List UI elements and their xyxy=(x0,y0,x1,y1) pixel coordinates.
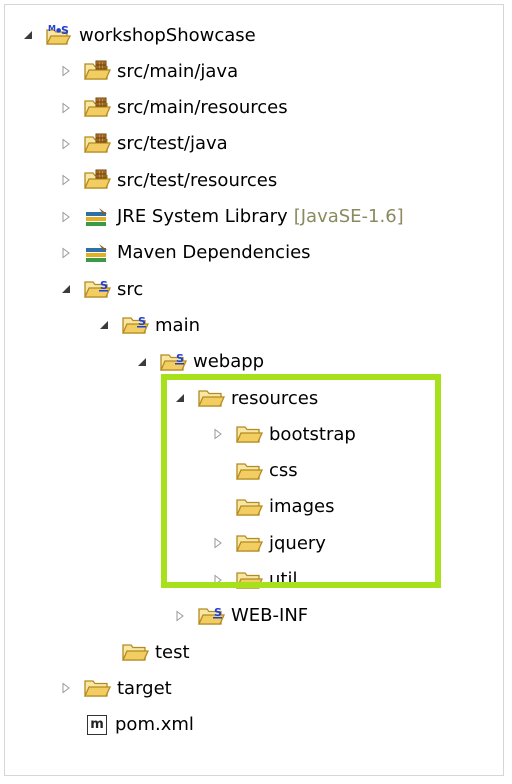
tree-item-jre-system-library[interactable]: JRE System Library [JavaSE-1.6] xyxy=(59,199,404,235)
package-folder-icon: S xyxy=(159,350,188,374)
tree-item-label: images xyxy=(269,496,335,518)
expand-arrow-icon[interactable] xyxy=(59,173,73,187)
expand-arrow-icon[interactable] xyxy=(59,681,73,695)
folder-icon xyxy=(235,495,264,519)
pom-file-icon: m xyxy=(87,714,107,735)
folder-icon xyxy=(121,640,150,664)
tree-item-workshopshowcase[interactable]: M ● S workshopShowcase xyxy=(21,17,256,53)
expand-arrow-icon[interactable] xyxy=(173,609,187,623)
folder-icon xyxy=(235,422,264,446)
tree-item-util[interactable]: util xyxy=(211,562,297,598)
tree-item-bootstrap[interactable]: bootstrap xyxy=(211,416,356,452)
package-folder-icon: S xyxy=(197,604,226,628)
no-arrow-spacer xyxy=(211,464,225,478)
no-arrow-spacer xyxy=(97,645,111,659)
tree-item-label: webapp xyxy=(193,351,265,373)
maven-project-icon: M ● S xyxy=(45,23,73,47)
tree-item-target[interactable]: target xyxy=(59,670,172,706)
source-folder-icon xyxy=(83,96,112,120)
svg-text:S: S xyxy=(61,24,69,37)
tree-item-label: WEB-INF xyxy=(231,605,309,627)
source-folder-icon xyxy=(83,168,112,192)
tree-item-label: workshopShowcase xyxy=(79,24,256,46)
folder-icon xyxy=(235,568,264,592)
svg-text:M: M xyxy=(48,24,56,33)
expand-arrow-icon[interactable] xyxy=(59,246,73,260)
tree-item-label: src xyxy=(117,278,144,300)
tree-item-images[interactable]: images xyxy=(211,489,334,525)
folder-icon xyxy=(197,386,226,410)
tree-item-label: resources xyxy=(231,387,319,409)
collapse-arrow-icon[interactable] xyxy=(173,391,187,405)
tree-item-src-test-java[interactable]: src/test/java xyxy=(59,126,228,162)
tree-item-src-main-resources[interactable]: src/main/resources xyxy=(59,90,288,126)
project-explorer-panel: M ● S workshopShowcase src/main/java src/main… xyxy=(4,4,504,776)
package-folder-icon: S xyxy=(83,277,112,301)
tree-item-label: pom.xml xyxy=(115,714,194,736)
tree-item-label: JRE System Library xyxy=(117,206,288,227)
tree-item-label: src/test/java xyxy=(117,133,228,155)
tree-item-test[interactable]: test xyxy=(97,634,190,670)
expand-arrow-icon[interactable] xyxy=(59,64,73,78)
tree-item-label: jquery xyxy=(269,532,326,554)
tree-item-label: Maven Dependencies xyxy=(117,242,311,264)
collapse-arrow-icon[interactable] xyxy=(135,355,149,369)
tree-item-label: src/main/resources xyxy=(117,97,288,119)
collapse-arrow-icon[interactable] xyxy=(97,318,111,332)
library-icon xyxy=(83,205,111,229)
tree-item-src-test-resources[interactable]: src/test/resources xyxy=(59,162,277,198)
collapse-arrow-icon[interactable] xyxy=(59,282,73,296)
folder-icon xyxy=(83,676,112,700)
expand-arrow-icon[interactable] xyxy=(59,101,73,115)
library-icon xyxy=(83,241,111,265)
source-folder-icon xyxy=(83,132,112,156)
tree-item-label: target xyxy=(117,677,172,699)
tree-item-main[interactable]: Smain xyxy=(97,307,200,343)
tree-item-label: util xyxy=(269,569,298,590)
tree-item-css[interactable]: css xyxy=(211,453,298,489)
tree-item-jquery[interactable]: jquery xyxy=(211,525,326,561)
expand-arrow-icon[interactable] xyxy=(59,137,73,151)
no-arrow-spacer xyxy=(211,500,225,514)
no-arrow-spacer xyxy=(59,718,73,732)
folder-icon xyxy=(235,531,264,555)
folder-icon xyxy=(235,459,264,483)
tree-item-src[interactable]: Ssrc xyxy=(59,271,143,307)
tree-item-pom-xml[interactable]: m pom.xml xyxy=(59,707,194,743)
tree-item-maven-dependencies[interactable]: Maven Dependencies xyxy=(59,235,311,271)
package-folder-icon: S xyxy=(121,313,150,337)
tree-item-src-main-java[interactable]: src/main/java xyxy=(59,53,238,89)
tree-item-webapp[interactable]: Swebapp xyxy=(135,344,264,380)
tree-item-label: src/test/resources xyxy=(117,169,278,191)
expand-arrow-icon[interactable] xyxy=(211,536,225,550)
expand-arrow-icon[interactable] xyxy=(59,210,73,224)
library-version-decoration: [JavaSE-1.6] xyxy=(293,206,404,227)
expand-arrow-icon[interactable] xyxy=(211,427,225,441)
tree-item-label: css xyxy=(269,460,298,482)
tree-item-label: src/main/java xyxy=(117,60,239,82)
tree-item-web-inf[interactable]: S WEB-INF xyxy=(173,598,308,634)
collapse-arrow-icon[interactable] xyxy=(21,28,35,42)
tree-item-label: main xyxy=(155,314,200,336)
expand-arrow-icon[interactable] xyxy=(211,573,225,587)
tree-item-label: bootstrap xyxy=(269,423,356,445)
tree-item-label: test xyxy=(155,641,190,663)
tree-item-resources[interactable]: resources xyxy=(173,380,318,416)
source-folder-icon xyxy=(83,59,112,83)
